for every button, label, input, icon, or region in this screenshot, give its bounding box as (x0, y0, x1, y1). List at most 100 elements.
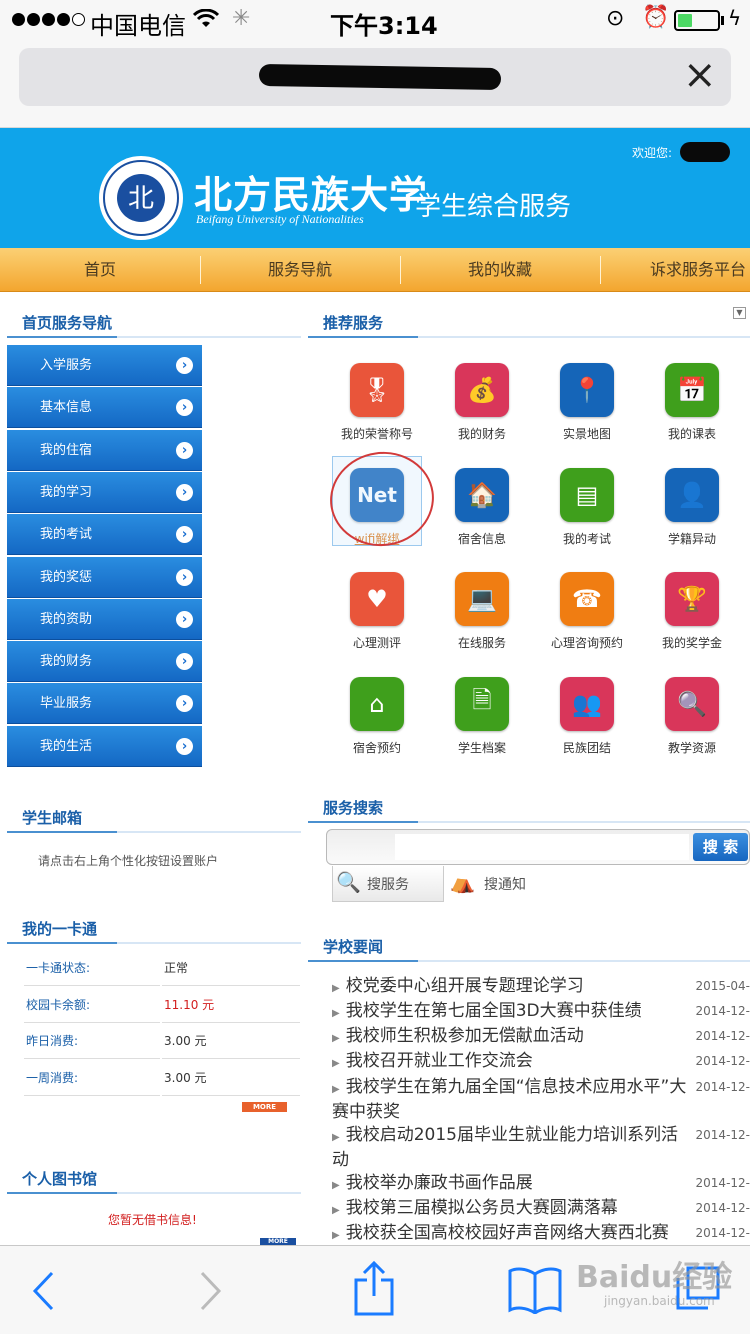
left-nav-item[interactable]: 我的财务 › (7, 641, 202, 683)
nav-service-guide[interactable]: 服务导航 (200, 248, 400, 292)
news-item[interactable]: ▶ 我校学生在第七届全国3D大赛中获佳绩 2014-12- (332, 1000, 750, 1025)
university-name-en: Beifang University of Nationalities (196, 212, 364, 226)
share-icon[interactable] (354, 1260, 394, 1316)
rotation-lock-icon: ⊙ (606, 6, 625, 31)
back-icon[interactable] (30, 1270, 56, 1312)
news-item[interactable]: ▶ 我校学生在第九届全国“信息技术应用水平”大赛中获奖 2014-12- (332, 1076, 750, 1123)
chevron-right-icon: › (176, 483, 193, 501)
left-nav-item[interactable]: 我的考试 › (7, 514, 202, 556)
left-nav-item[interactable]: 毕业服务 › (7, 683, 202, 725)
left-nav-item-label: 我的考试 (40, 527, 93, 543)
left-nav-item[interactable]: 我的生活 › (7, 725, 202, 767)
news-item[interactable]: ▶ 我校师生积极参加无偿献血活动 2014-12- (332, 1025, 750, 1050)
left-nav-item-label: 基本信息 (40, 400, 93, 416)
service-tile-label: 实景地图 (562, 427, 611, 441)
service-tile[interactable]: ⌂ 宿舍预约 (327, 676, 427, 756)
service-tile-label: 学生档案 (457, 740, 506, 755)
forward-icon[interactable] (198, 1270, 224, 1312)
nav-home[interactable]: 首页 (0, 248, 200, 292)
battery-icon (674, 10, 720, 31)
service-tile[interactable]: 🏆 我的奖学金 (642, 572, 742, 651)
service-tile[interactable]: 👥 民族团结 (537, 676, 637, 756)
chevron-right-icon: › (176, 695, 193, 713)
dorm-icon: 🏠 (455, 467, 509, 522)
service-tile[interactable]: 👤 学籍异动 (642, 467, 742, 547)
university-seal-icon: 北 (99, 156, 183, 240)
news-item-title: 我校师生积极参加无偿献血活动 (345, 1026, 584, 1046)
service-tile-label: 我的奖学金 (661, 636, 722, 650)
card-row-key: 一周消费: (26, 1070, 79, 1085)
news-item[interactable]: ▶ 我校第三届模拟公务员大赛圆满落幕 2014-12- (332, 1197, 750, 1222)
signal-dot-icon (27, 13, 40, 26)
card-row: 一周消费: 3.00 元 (24, 1058, 300, 1096)
tab-search-service-label: 搜服务 (367, 877, 409, 893)
service-tile[interactable]: ▤ 我的考试 (537, 467, 637, 547)
collapse-toggle-icon[interactable]: ▼ (733, 307, 746, 319)
left-nav-item[interactable]: 入学服务 › (7, 345, 202, 386)
baidu-watermark-url: jingyan.baidu.com (604, 1294, 715, 1308)
alarm-icon: ⏰ (642, 5, 670, 30)
service-tile[interactable]: 💻 在线服务 (432, 572, 532, 651)
news-item-date: 2014-12- (695, 1226, 750, 1240)
chevron-right-icon: › (176, 653, 193, 671)
card-row: 校园卡余额: 11.10 元 (24, 985, 300, 1023)
service-tile[interactable]: ☎ 心理咨询预约 (537, 572, 637, 651)
bullet-icon: ▶ (332, 1205, 340, 1216)
card-row: 一卡通状态: 正常 (24, 949, 300, 986)
service-tile[interactable]: 💰 我的财务 (432, 363, 532, 442)
map-icon: 📍 (560, 363, 614, 417)
service-tile[interactable]: 🎖 我的荣誉称号 (327, 363, 427, 442)
svg-text:北: 北 (128, 184, 154, 214)
service-tile[interactable]: 🗎 学生档案 (432, 676, 532, 756)
news-item[interactable]: ▶ 校党委中心组开展专题理论学习 2015-04- (332, 975, 750, 1000)
service-tile[interactable]: 🔍 教学资源 (642, 676, 742, 756)
nav-favorites[interactable]: 我的收藏 (400, 248, 600, 292)
news-item[interactable]: ▶ 我校获全国高校校园好声音网络大赛西北赛 2014-12- (332, 1222, 750, 1247)
left-nav-item[interactable]: 我的学习 › (7, 471, 202, 513)
left-nav-item[interactable]: 基本信息 › (7, 387, 202, 429)
service-tile[interactable]: 🏠 宿舍信息 (432, 467, 532, 547)
left-nav-item[interactable]: 我的资助 › (7, 598, 202, 640)
card-more-button[interactable]: MORE (242, 1102, 287, 1112)
bullet-icon: ▶ (332, 1084, 340, 1095)
search-input[interactable] (395, 834, 689, 860)
browser-url-bar: × (0, 40, 750, 128)
left-nav-item[interactable]: 我的住宿 › (7, 429, 202, 471)
nav-appeal-platform[interactable]: 诉求服务平台 (600, 248, 750, 292)
clock-label: 下午3:14 (330, 12, 438, 40)
recommend-title: 推荐服务 (323, 314, 384, 332)
notice-search-icon: ⛺ (450, 870, 475, 894)
news-item-title: 我校获全国高校校园好声音网络大赛西北赛 (345, 1223, 669, 1243)
service-tile[interactable]: ♥ 心理测评 (327, 572, 427, 651)
library-title: 个人图书馆 (22, 1170, 98, 1188)
tab-search-service[interactable]: 🔍 搜服务 (332, 866, 444, 902)
news-item[interactable]: ▶ 我校启动2015届毕业生就业能力培训系列活动 2014-12- (332, 1124, 750, 1171)
news-item-title: 我校举办廉政书画作品展 (345, 1173, 533, 1193)
service-tile[interactable]: 📍 实景地图 (537, 363, 637, 442)
award-icon: 🎖 (350, 363, 404, 417)
news-item-date: 2014-12- (695, 1128, 750, 1142)
service-tile-label: 民族团结 (562, 740, 611, 755)
close-icon[interactable]: × (683, 51, 717, 99)
url-field[interactable]: × (19, 48, 731, 106)
search-title: 服务搜索 (323, 799, 384, 817)
news-item-title: 我校学生在第九届全国“信息技术应用水平”大赛中获奖 (332, 1077, 687, 1122)
people-icon: 👥 (560, 676, 614, 731)
tab-search-notice[interactable]: ⛺ 搜通知 (450, 866, 560, 902)
chevron-right-icon: › (176, 441, 193, 459)
left-nav-item-label: 我的学习 (40, 484, 93, 500)
bullet-icon: ▶ (332, 1132, 340, 1143)
search-button[interactable]: 搜 索 (693, 833, 748, 861)
bullet-icon: ▶ (332, 1033, 340, 1044)
news-item[interactable]: ▶ 我校召开就业工作交流会 2014-12- (332, 1050, 750, 1075)
bookmarks-icon[interactable] (508, 1266, 562, 1314)
left-nav-item[interactable]: 我的奖惩 › (7, 556, 202, 598)
service-tile[interactable]: 📅 我的课表 (642, 363, 742, 442)
news-item[interactable]: ▶ 我校举办廉政书画作品展 2014-12- (332, 1172, 750, 1197)
news-item-date: 2014-12- (695, 1080, 750, 1094)
service-tile-label: 宿舍预约 (352, 740, 401, 755)
signal-dot-icon (12, 13, 25, 26)
card-row-value: 3.00 元 (164, 1070, 207, 1085)
trophy-icon: 🏆 (665, 572, 719, 626)
search-box: 搜 索 (326, 829, 750, 865)
